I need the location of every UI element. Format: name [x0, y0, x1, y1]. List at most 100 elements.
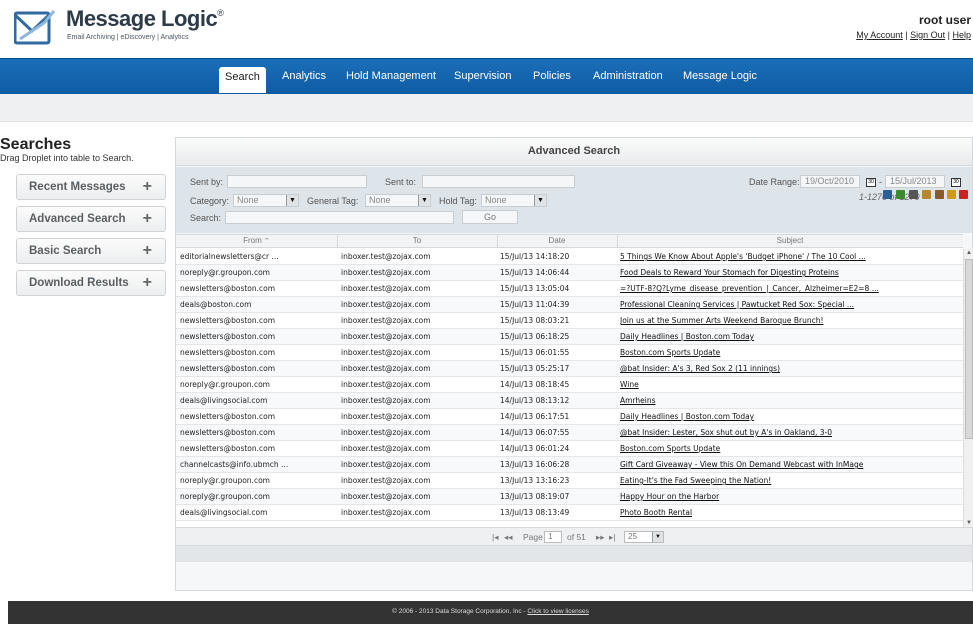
- calendar-from-icon[interactable]: 30: [866, 178, 876, 187]
- sent-by-input[interactable]: [227, 175, 367, 188]
- general-tag-select[interactable]: None ▼: [365, 194, 431, 207]
- stop-icon[interactable]: [959, 190, 968, 199]
- help-link[interactable]: Help: [952, 30, 971, 40]
- hold-tag-select[interactable]: None ▼: [481, 194, 547, 207]
- cell-subject[interactable]: Eating-It's the Fad Sweeping the Nation!: [620, 476, 950, 485]
- table-row[interactable]: noreply@r.groupon.com inboxer.test@zojax.…: [176, 489, 963, 505]
- cell-from: noreply@r.groupon.com: [180, 492, 270, 501]
- cell-from: newsletters@boston.com: [180, 444, 276, 453]
- sign-out-link[interactable]: Sign Out: [910, 30, 945, 40]
- table-row[interactable]: deals@boston.com inboxer.test@zojax.com 15…: [176, 297, 963, 313]
- table-row[interactable]: noreply@r.groupon.com inboxer.test@zojax.…: [176, 473, 963, 489]
- go-button[interactable]: Go: [462, 210, 518, 224]
- table-row[interactable]: deals@livingsocial.com inboxer.test@zojax…: [176, 393, 963, 409]
- cell-subject[interactable]: Join us at the Summer Arts Weekend Baroq…: [620, 316, 950, 325]
- table-row[interactable]: newsletters@boston.com inboxer.test@zojax…: [176, 441, 963, 457]
- cell-subject[interactable]: Amrheins: [620, 396, 950, 405]
- cell-to: inboxer.test@zojax.com: [341, 476, 431, 485]
- column-header-to[interactable]: To: [337, 236, 497, 245]
- table-row[interactable]: editorialnewsletters@cr ... inboxer.test@…: [176, 249, 963, 265]
- tag-icon[interactable]: [922, 190, 931, 199]
- last-page-icon[interactable]: ▸|: [609, 532, 615, 543]
- sidebar-item-label: Recent Messages: [29, 181, 126, 193]
- licenses-link[interactable]: Click to view licenses: [527, 608, 588, 615]
- sidebar-item-advanced-search[interactable]: Advanced Search +: [16, 206, 166, 232]
- table-row[interactable]: newsletters@boston.com inboxer.test@zojax…: [176, 313, 963, 329]
- plus-icon[interactable]: +: [143, 210, 152, 228]
- table-row[interactable]: newsletters@boston.com inboxer.test@zojax…: [176, 281, 963, 297]
- sidebar-item-download-results[interactable]: Download Results +: [16, 270, 166, 296]
- my-account-link[interactable]: My Account: [856, 30, 903, 40]
- table-row[interactable]: newsletters@boston.com inboxer.test@zojax…: [176, 329, 963, 345]
- table-row[interactable]: newsletters@boston.com inboxer.test@zojax…: [176, 345, 963, 361]
- cell-subject[interactable]: @bat Insider: Lester, Sox shut out by A'…: [620, 428, 950, 437]
- nav-tab-message-logic[interactable]: Message Logic: [683, 70, 757, 82]
- checklist-icon[interactable]: [896, 190, 905, 199]
- date-from-input[interactable]: 19/Oct/2010: [800, 175, 860, 188]
- cell-subject[interactable]: =?UTF-8?Q?Lyme_disease_prevention_|_Canc…: [620, 284, 950, 293]
- column-header-subject[interactable]: Subject: [617, 236, 963, 245]
- nav-tab-administration[interactable]: Administration: [593, 70, 663, 82]
- plus-icon[interactable]: +: [143, 178, 152, 196]
- search-input[interactable]: [225, 211, 454, 224]
- cell-subject[interactable]: 5 Things We Know About Apple's 'Budget i…: [620, 252, 950, 261]
- cell-subject[interactable]: Daily Headlines | Boston.com Today: [620, 412, 950, 421]
- plus-icon[interactable]: +: [143, 242, 152, 260]
- cell-subject[interactable]: Food Deals to Reward Your Stomach for Di…: [620, 268, 950, 277]
- cell-subject[interactable]: Happy Hour on the Harbor: [620, 492, 950, 501]
- plus-icon[interactable]: +: [143, 274, 152, 292]
- scrollbar-thumb[interactable]: [965, 259, 973, 439]
- sent-by-label: Sent by:: [190, 177, 224, 187]
- table-scrollbar[interactable]: ▲ ▼: [963, 249, 973, 527]
- cell-subject[interactable]: Boston.com Sports Update: [620, 348, 950, 357]
- refresh-icon[interactable]: [947, 190, 956, 199]
- cell-subject[interactable]: Wine: [620, 380, 950, 389]
- page-size-select[interactable]: 25 ▼: [624, 531, 664, 543]
- sidebar-item-basic-search[interactable]: Basic Search +: [16, 238, 166, 264]
- table-row[interactable]: channelcasts@info.ubmch ... inboxer.test@…: [176, 457, 963, 473]
- table-row[interactable]: newsletters@boston.com inboxer.test@zojax…: [176, 361, 963, 377]
- cell-date: 15/Jul/13 08:03:21: [500, 316, 570, 325]
- nav-tab-search[interactable]: Search: [219, 67, 266, 93]
- sub-toolbar: [0, 94, 973, 122]
- cell-subject[interactable]: Professional Cleaning Services | Pawtuck…: [620, 300, 950, 309]
- table-row[interactable]: newsletters@boston.com inboxer.test@zojax…: [176, 409, 963, 425]
- cell-to: inboxer.test@zojax.com: [341, 284, 431, 293]
- table-row[interactable]: newsletters@boston.com inboxer.test@zojax…: [176, 425, 963, 441]
- cell-subject[interactable]: Gift Card Giveaway - View this On Demand…: [620, 460, 950, 469]
- cell-subject[interactable]: Daily Headlines | Boston.com Today: [620, 332, 950, 341]
- table-row[interactable]: noreply@r.groupon.com inboxer.test@zojax.…: [176, 377, 963, 393]
- date-to-input[interactable]: 15/Jul/2013: [885, 175, 945, 188]
- cell-to: inboxer.test@zojax.com: [341, 332, 431, 341]
- nav-tab-hold-management[interactable]: Hold Management: [346, 70, 436, 82]
- nav-tab-supervision[interactable]: Supervision: [454, 70, 511, 82]
- cell-subject[interactable]: Photo Booth Rental: [620, 508, 950, 517]
- column-header-from[interactable]: From ⌃: [176, 236, 337, 245]
- page-count: of 51: [567, 532, 586, 542]
- cell-subject[interactable]: @bat Insider: A's 3, Red Sox 2 (11 innin…: [620, 364, 950, 373]
- next-page-icon[interactable]: ▸▸: [596, 532, 605, 543]
- print-icon[interactable]: [909, 190, 918, 199]
- category-select[interactable]: None ▼: [233, 194, 299, 207]
- cell-to: inboxer.test@zojax.com: [341, 508, 431, 517]
- column-header-date[interactable]: Date: [497, 236, 617, 245]
- sidebar-item-recent-messages[interactable]: Recent Messages +: [16, 174, 166, 200]
- scroll-up-arrow-icon[interactable]: ▲: [966, 250, 972, 256]
- cell-subject[interactable]: Boston.com Sports Update: [620, 444, 950, 453]
- email-icon[interactable]: [883, 190, 892, 199]
- prev-page-icon[interactable]: ◂◂: [504, 532, 513, 543]
- calendar-to-icon[interactable]: 30: [951, 178, 961, 187]
- table-row[interactable]: deals@livingsocial.com inboxer.test@zojax…: [176, 505, 963, 521]
- cell-date: 15/Jul/13 06:01:55: [500, 348, 570, 357]
- first-page-icon[interactable]: |◂: [492, 532, 498, 543]
- table-row[interactable]: noreply@r.groupon.com inboxer.test@zojax.…: [176, 265, 963, 281]
- pagination-footer: [176, 545, 972, 562]
- nav-tab-policies[interactable]: Policies: [533, 70, 571, 82]
- cell-date: 15/Jul/13 14:06:44: [500, 268, 570, 277]
- calendar-icon[interactable]: [935, 190, 944, 199]
- scroll-down-arrow-icon[interactable]: ▼: [966, 520, 972, 526]
- page-number-input[interactable]: 1: [544, 531, 562, 543]
- sent-to-input[interactable]: [422, 175, 575, 188]
- category-label: Category:: [190, 196, 230, 206]
- nav-tab-analytics[interactable]: Analytics: [282, 70, 326, 82]
